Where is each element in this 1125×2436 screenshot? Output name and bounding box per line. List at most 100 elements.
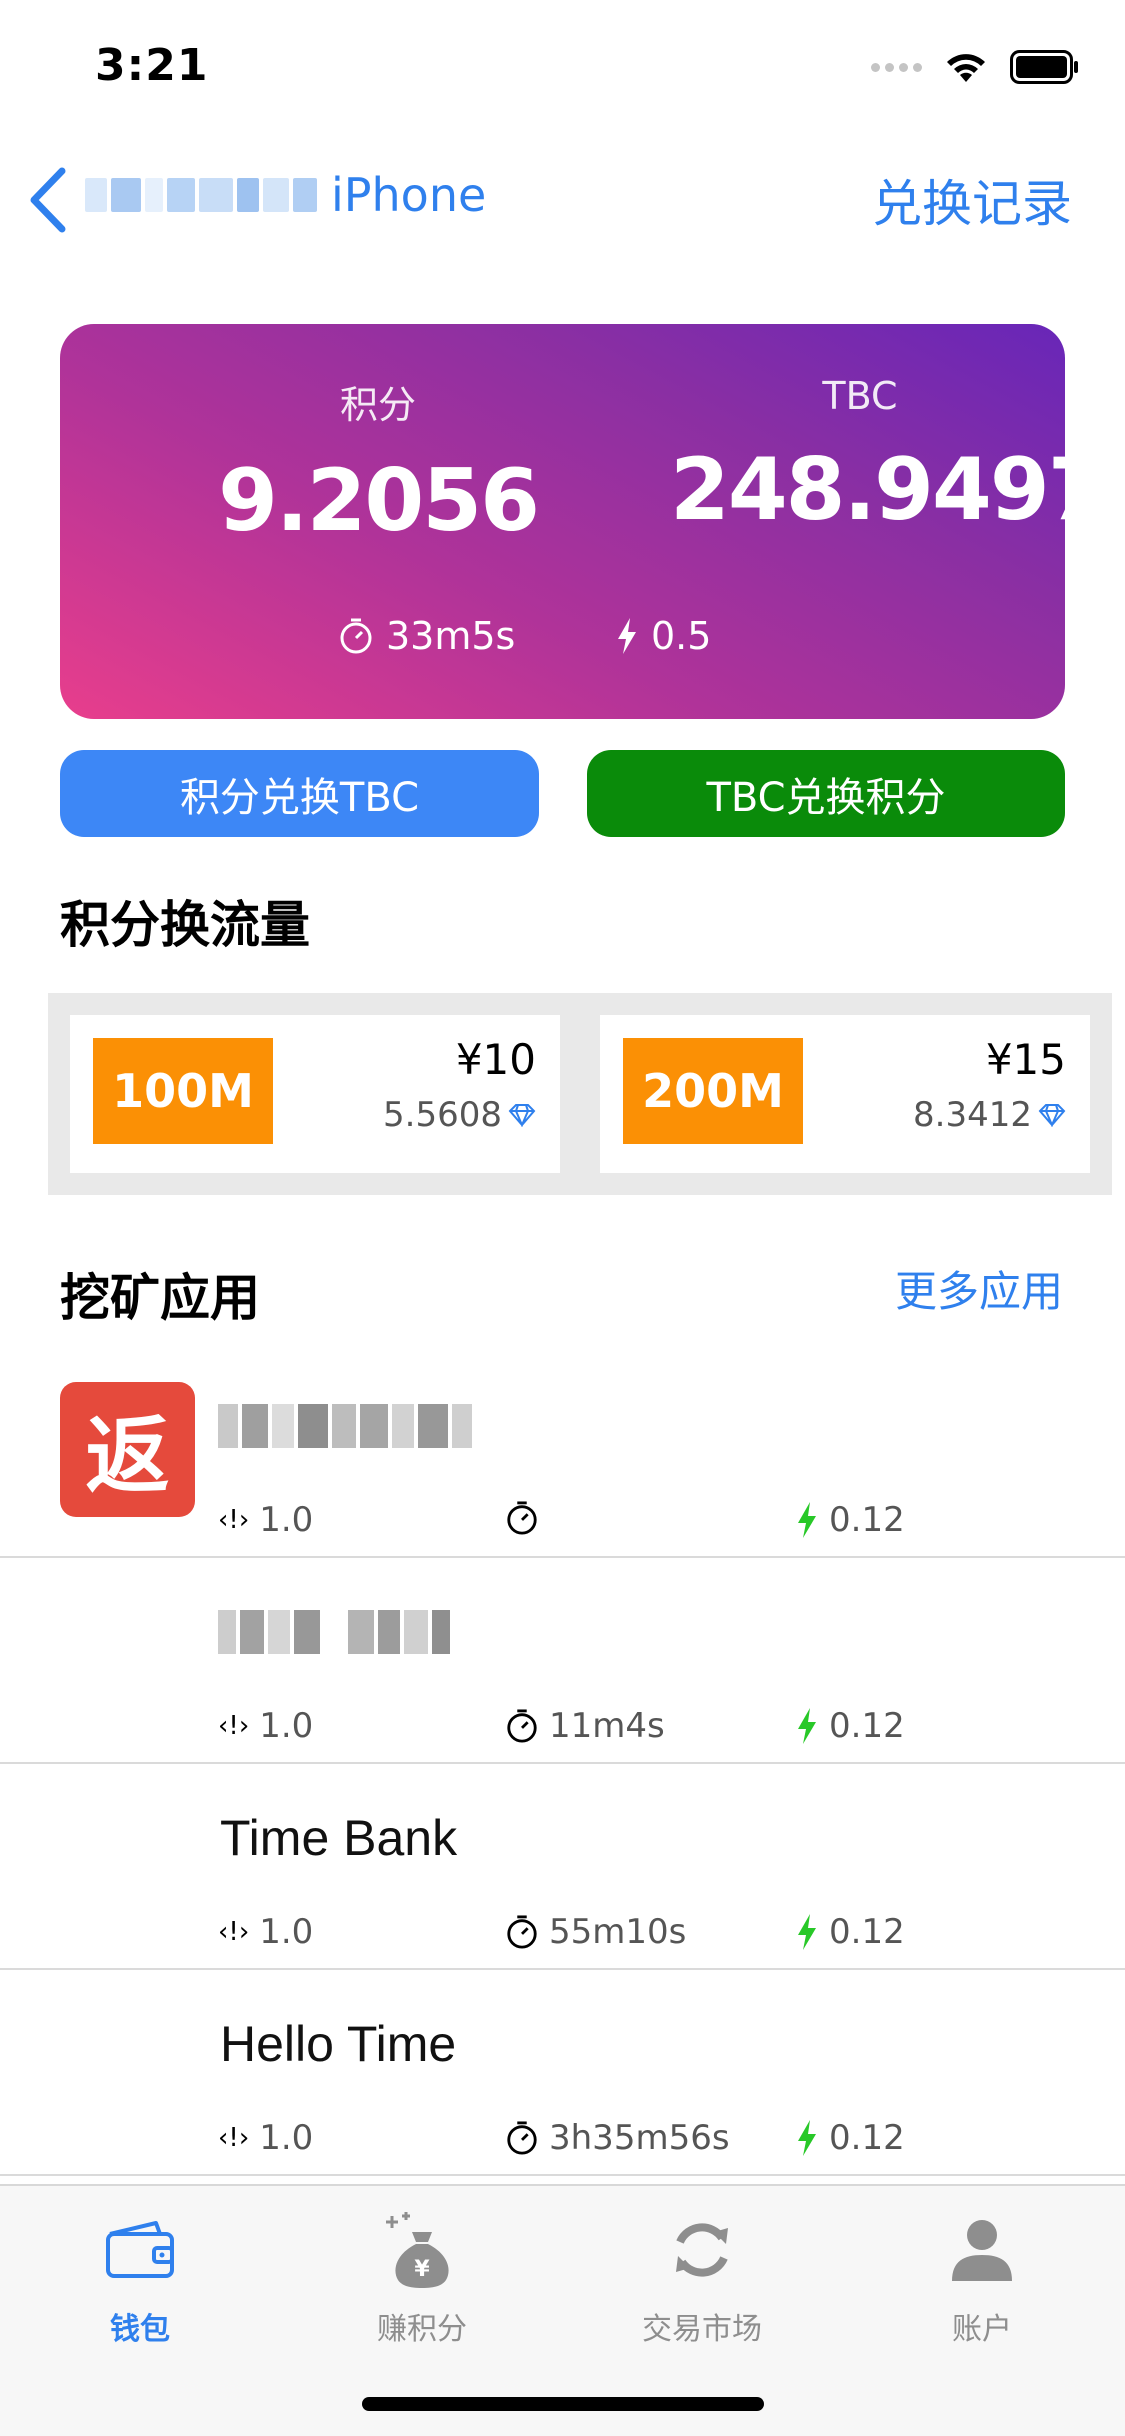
tab-label: 账户	[952, 2312, 1012, 2347]
battery-icon	[1010, 50, 1078, 84]
app-icon: 返	[60, 1382, 195, 1517]
tbc-label: TBC	[822, 374, 898, 418]
svg-text:¥: ¥	[414, 2257, 430, 2282]
app-timer	[505, 1500, 549, 1536]
app-version-value: 1.0	[259, 1706, 314, 1746]
stopwatch-icon	[340, 618, 372, 654]
app-version-value: 1.0	[259, 1912, 314, 1952]
stopwatch-icon	[507, 1501, 537, 1535]
code-icon: ‹!›	[218, 1917, 250, 1947]
app-timer-value: 11m4s	[549, 1706, 665, 1746]
app-name: Time Bank	[220, 1810, 458, 1866]
stopwatch-icon	[507, 1709, 537, 1743]
app-version: ‹!› 1.0	[218, 1500, 313, 1540]
code-icon: ‹!›	[218, 1711, 250, 1741]
traffic-price: ¥10	[455, 1035, 536, 1084]
redacted-app-name	[218, 1610, 450, 1654]
points-value: 9.2056	[218, 451, 540, 551]
app-power-value: 0.12	[829, 1912, 905, 1952]
signal-icon	[871, 62, 922, 72]
money-bag-icon: ¥	[386, 2212, 449, 2288]
stopwatch-icon	[507, 1915, 537, 1949]
app-power-value: 0.12	[829, 1500, 905, 1540]
tbc-to-points-button[interactable]: TBC兑换积分	[587, 750, 1065, 837]
code-icon: ‹!›	[218, 1505, 250, 1535]
tab-market[interactable]: 交易市场	[602, 2210, 802, 2348]
status-bar: 3:21	[0, 0, 1125, 130]
lightning-icon	[798, 1502, 816, 1538]
tab-wallet[interactable]: 钱包	[40, 2210, 240, 2348]
lightning-icon	[798, 1914, 816, 1950]
tab-earn-points[interactable]: ¥ 赚积分	[322, 2210, 522, 2348]
more-apps-link[interactable]: 更多应用	[895, 1258, 1063, 1319]
traffic-section-title: 积分换流量	[60, 896, 310, 954]
back-button[interactable]	[22, 162, 74, 238]
mining-app-row[interactable]: 返 ‹!› 1.0 0.12	[0, 1352, 1125, 1558]
back-title-label: iPhone	[331, 168, 487, 222]
app-version: ‹!› 1.0	[218, 2118, 313, 2158]
traffic-package-card[interactable]: 100M ¥10 5.5608	[48, 993, 582, 1195]
app-version: ‹!› 1.0	[218, 1912, 313, 1952]
wallet-icon	[106, 2221, 174, 2278]
tab-label: 赚积分	[377, 2312, 467, 2347]
status-time: 3:21	[95, 40, 209, 91]
balance-card: 积分 9.2056 TBC 248.9497 33m5s 0.5	[60, 324, 1108, 719]
tab-label: 交易市场	[642, 2312, 762, 2347]
tab-label: 钱包	[110, 2312, 170, 2347]
app-power: 0.12	[795, 1706, 905, 1746]
status-icons	[871, 50, 1080, 84]
app-version-value: 1.0	[259, 1500, 314, 1540]
app-timer-value: 55m10s	[549, 1912, 687, 1952]
mining-app-row[interactable]: ‹!› 1.0 11m4s 0.12	[0, 1558, 1125, 1764]
stopwatch-icon	[507, 2121, 537, 2155]
app-power: 0.12	[795, 1500, 905, 1540]
lightning-icon	[798, 2120, 816, 2156]
tbc-value: 248.9497	[670, 440, 1108, 540]
app-name: Hello Time	[220, 2016, 457, 2072]
app-timer: 55m10s	[505, 1912, 686, 1952]
mining-app-row[interactable]: Time Bank ‹!› 1.0 55m10s 0.12	[0, 1764, 1125, 1970]
code-icon: ‹!›	[218, 2123, 250, 2153]
redacted-device-name	[85, 178, 317, 212]
app-version: ‹!› 1.0	[218, 1706, 313, 1746]
points-to-tbc-button[interactable]: 积分兑换TBC	[60, 750, 539, 837]
traffic-size-badge: 200M	[623, 1038, 803, 1144]
mining-timer: 33m5s	[338, 614, 515, 658]
tbc-column: TBC 248.9497	[670, 374, 1108, 540]
exchange-record-link[interactable]: 兑换记录	[872, 164, 1072, 236]
traffic-size-badge: 100M	[93, 1038, 273, 1144]
diamond-icon	[508, 1104, 536, 1127]
mining-timer-value: 33m5s	[386, 614, 516, 658]
traffic-package-card[interactable]: 200M ¥15 8.3412	[578, 993, 1112, 1195]
traffic-tbc-cost: 5.5608	[383, 1095, 536, 1135]
nav-bar: iPhone 兑换记录	[0, 150, 1125, 250]
lightning-icon	[798, 1708, 816, 1744]
app-timer: 11m4s	[505, 1706, 665, 1746]
app-power: 0.12	[795, 1912, 905, 1952]
points-label: 积分	[339, 383, 416, 427]
traffic-tbc-value: 5.5608	[383, 1095, 502, 1135]
diamond-icon	[1038, 1104, 1066, 1127]
chevron-left-icon	[30, 167, 66, 233]
points-column: 积分 9.2056	[188, 374, 568, 551]
redacted-app-name	[218, 1404, 472, 1448]
mining-section-title: 挖矿应用	[60, 1269, 260, 1327]
home-indicator[interactable]	[362, 2397, 764, 2411]
mining-app-row[interactable]: Hello Time ‹!› 1.0 3h35m56s 0.12	[0, 1970, 1125, 2176]
app-timer: 3h35m56s	[505, 2118, 730, 2158]
exchange-icon	[676, 2223, 728, 2277]
lightning-icon	[618, 618, 636, 654]
app-power-value: 0.12	[829, 1706, 905, 1746]
tab-account[interactable]: 账户	[882, 2210, 1082, 2348]
user-icon	[952, 2220, 1012, 2281]
back-title[interactable]: iPhone	[85, 168, 486, 222]
app-power-value: 0.12	[829, 2118, 905, 2158]
app-power: 0.12	[795, 2118, 905, 2158]
traffic-tbc-value: 8.3412	[913, 1095, 1032, 1135]
mining-power-value: 0.5	[651, 614, 712, 658]
app-timer-value: 3h35m56s	[549, 2118, 730, 2158]
traffic-tbc-cost: 8.3412	[913, 1095, 1066, 1135]
app-version-value: 1.0	[259, 2118, 314, 2158]
wifi-icon	[947, 54, 985, 82]
mining-power: 0.5	[615, 614, 711, 658]
